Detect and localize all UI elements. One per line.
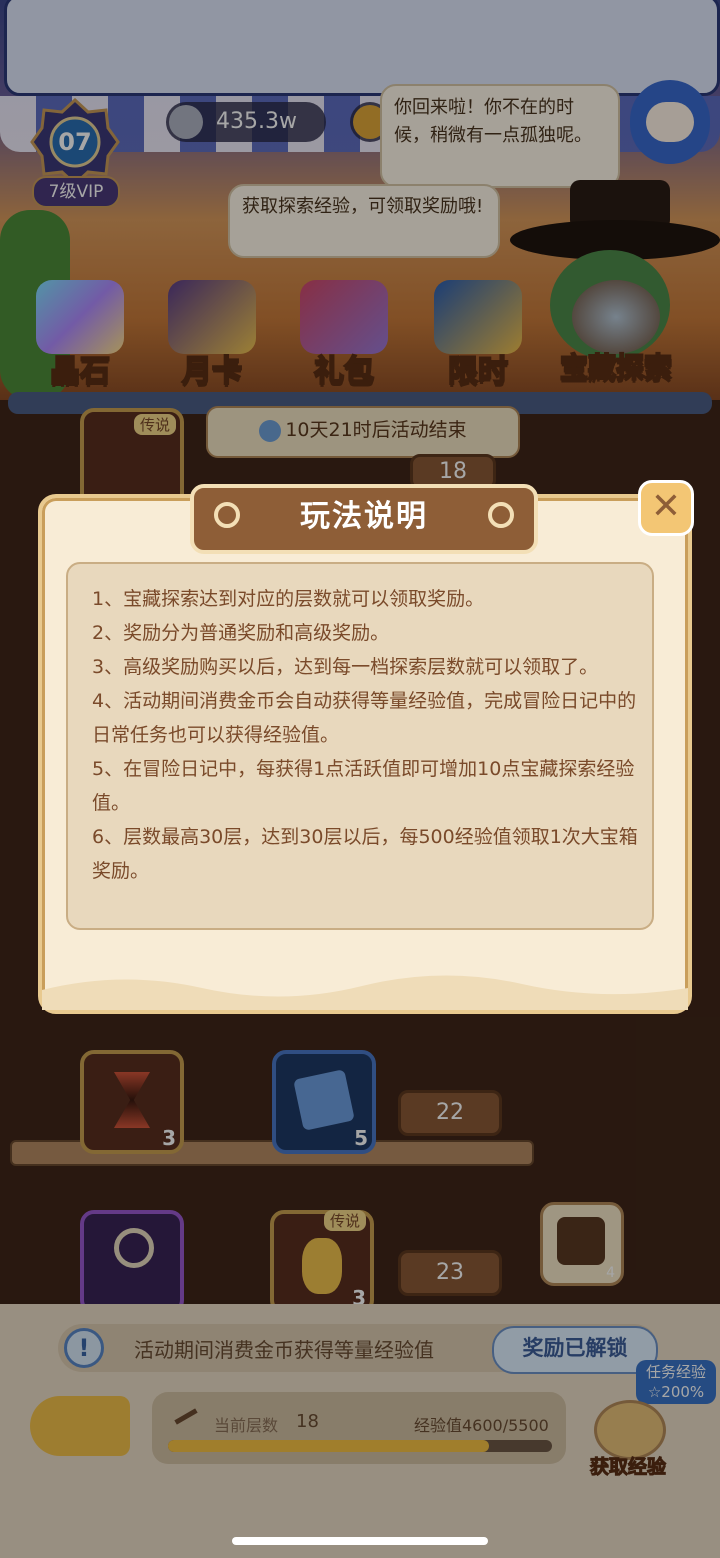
swirl-right-icon (488, 502, 514, 528)
close-button[interactable]: ✕ (638, 480, 694, 536)
rule-item: 4、活动期间消费金币会自动获得等量经验值，完成冒险日记中的日常任务也可以获得经验… (92, 690, 637, 746)
rule-item: 1、宝藏探索达到对应的层数就可以领取奖励。 (92, 588, 485, 610)
rule-item: 5、在冒险日记中，每获得1点活跃值即可增加10点宝藏探索经验值。 (92, 758, 635, 814)
rule-item: 3、高级奖励购买以后，达到每一档探索层数就可以领取了。 (92, 656, 599, 678)
rule-item: 2、奖励分为普通奖励和高级奖励。 (92, 622, 390, 644)
swirl-left-icon (214, 502, 240, 528)
close-icon: ✕ (650, 486, 682, 527)
modal-title-text: 玩法说明 (300, 499, 428, 534)
modal-title: 玩法说明 (190, 484, 538, 554)
home-indicator[interactable] (232, 1537, 488, 1545)
desert-silhouette (42, 975, 688, 1010)
rule-item: 6、层数最高30层，达到30层以后，每500经验值领取1次大宝箱奖励。 (92, 826, 638, 882)
rules-list: 1、宝藏探索达到对应的层数就可以领取奖励。 2、奖励分为普通奖励和高级奖励。 3… (66, 562, 654, 930)
